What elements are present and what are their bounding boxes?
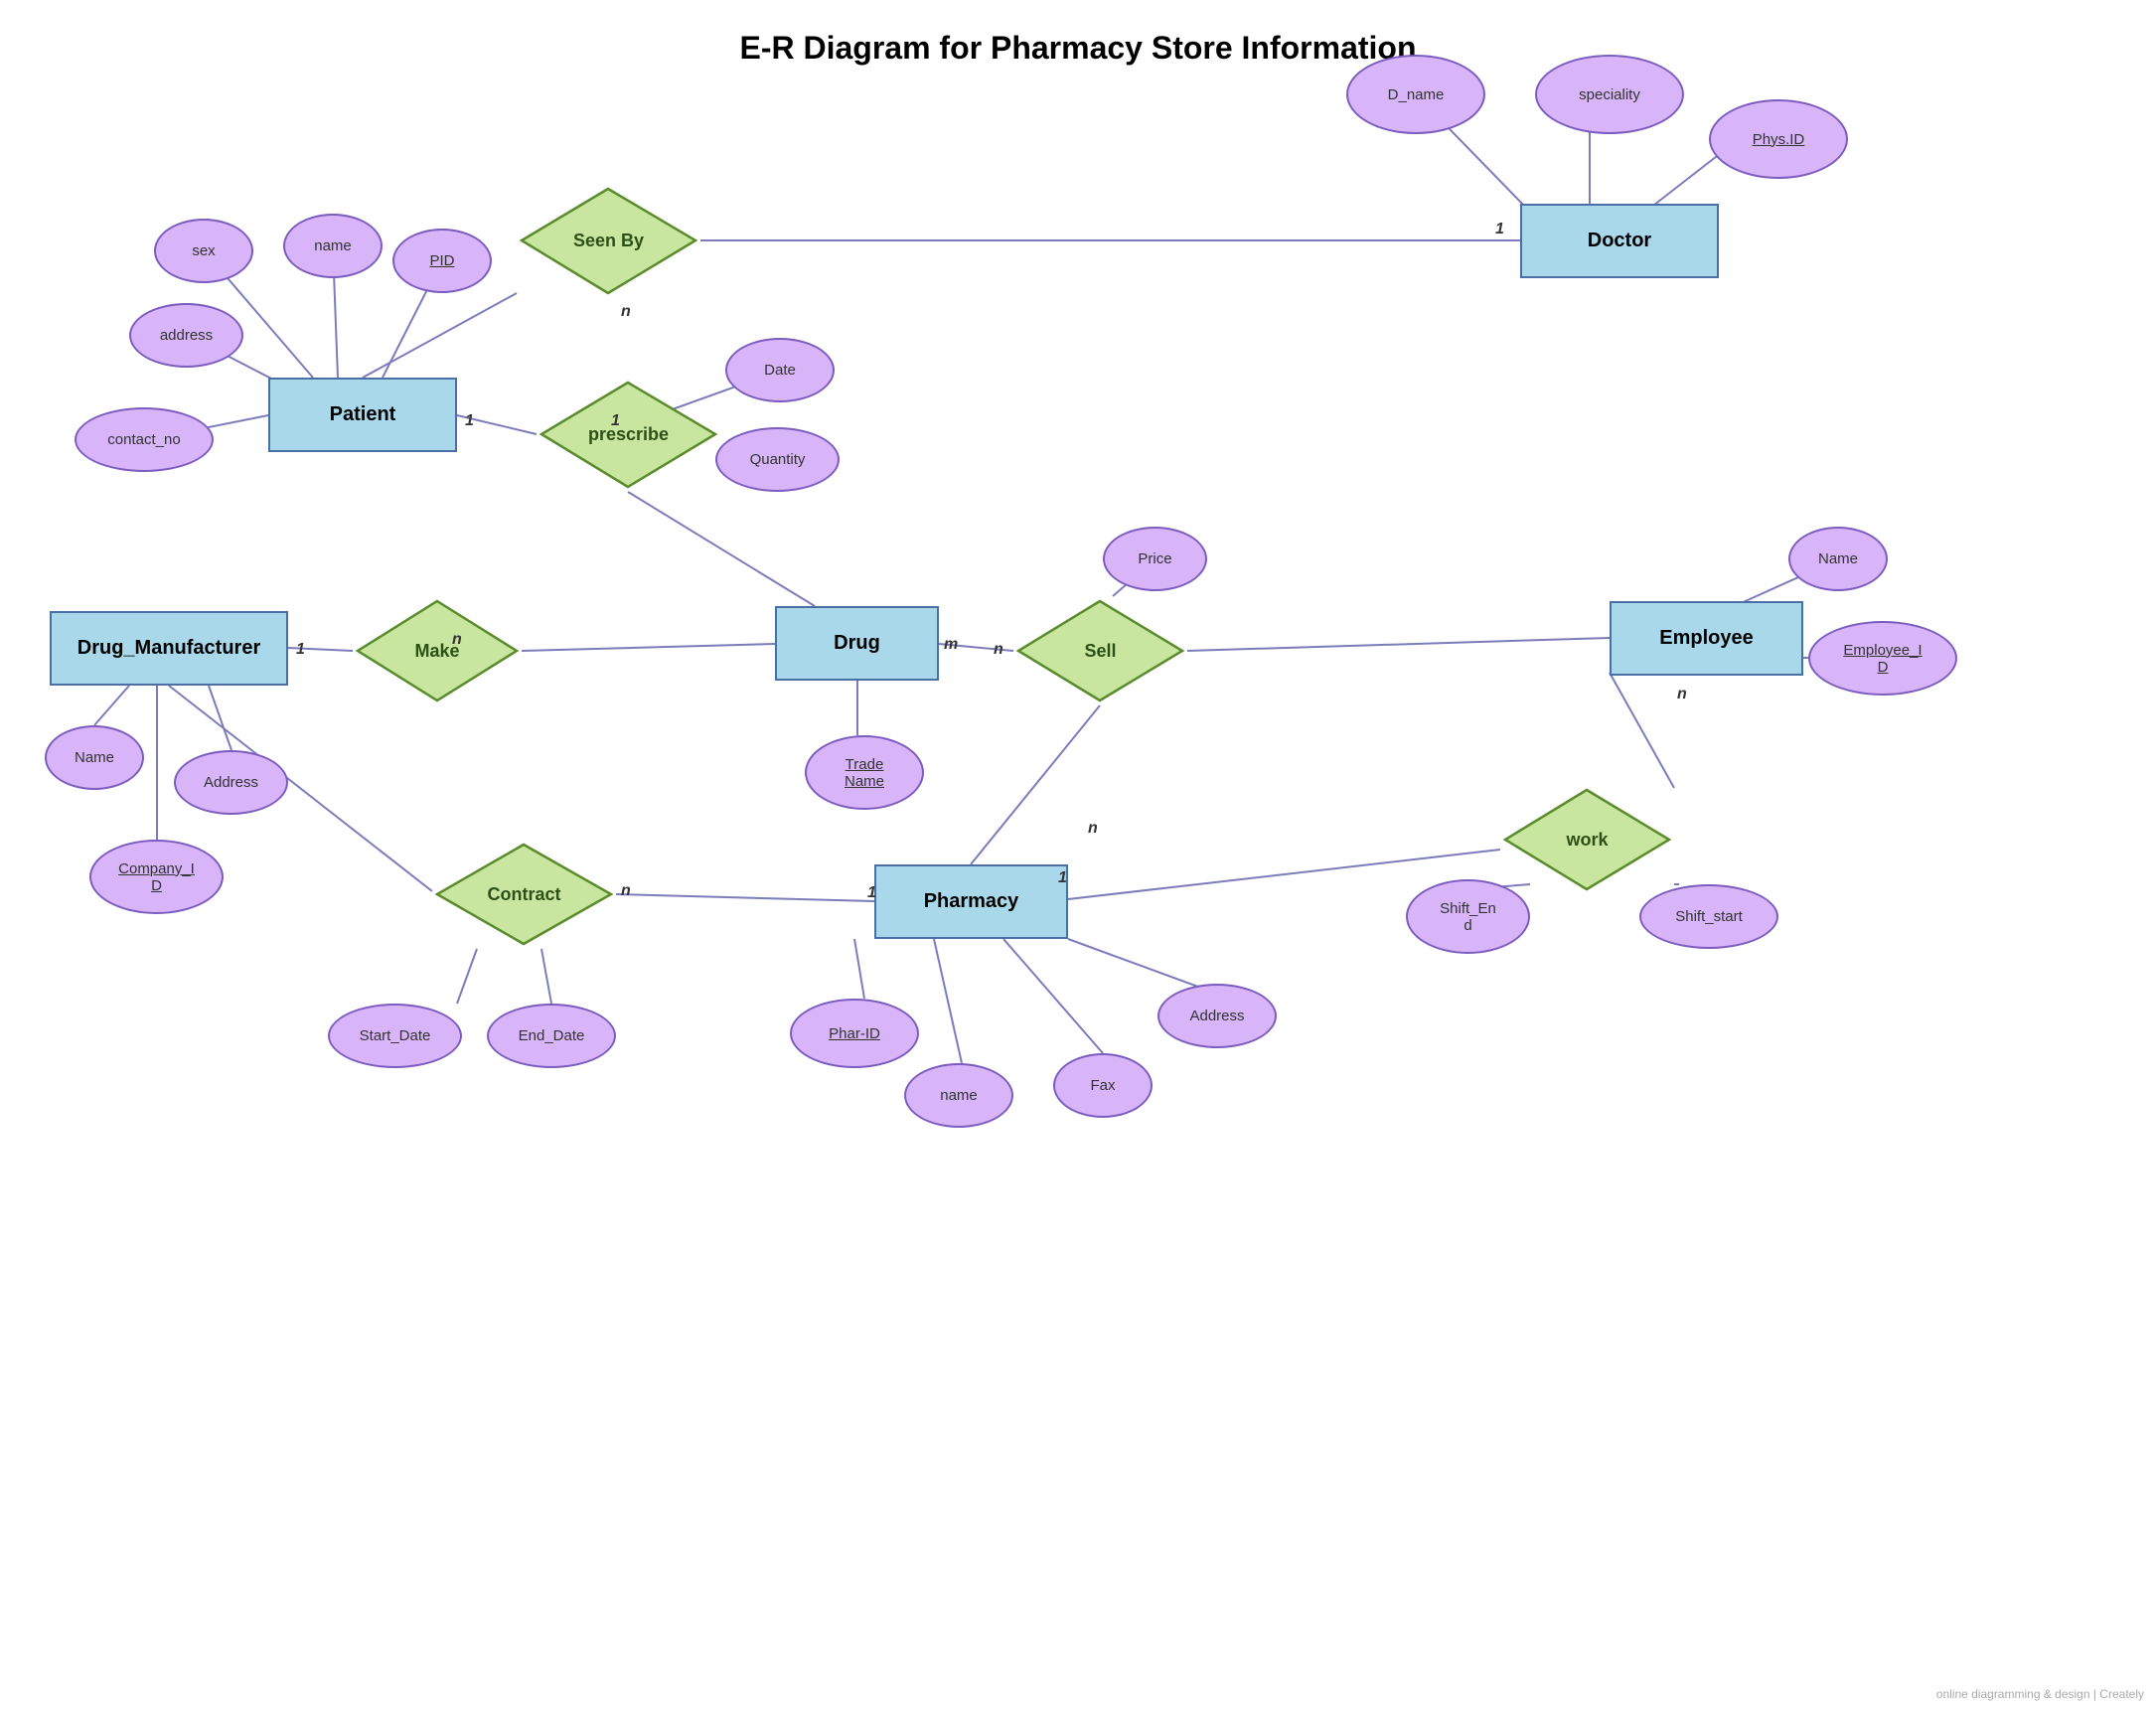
relationship-contract-label: Contract <box>487 884 560 905</box>
entity-patient: Patient <box>268 378 457 452</box>
attr-address-pharmacy: Address <box>1157 984 1277 1048</box>
attr-fax: Fax <box>1053 1053 1153 1118</box>
relationship-work: work <box>1500 785 1674 894</box>
attr-address-patient: address <box>129 303 243 368</box>
attr-quantity: Quantity <box>715 427 840 492</box>
attr-price: Price <box>1103 527 1207 591</box>
relationship-prescribe: prescribe <box>537 378 720 492</box>
relationship-contract: Contract <box>432 840 616 949</box>
attr-end-date: End_Date <box>487 1004 616 1068</box>
attr-shift-end: Shift_End <box>1406 879 1530 954</box>
relationship-make: Make <box>353 596 522 705</box>
relationship-seen-by: Seen By <box>517 184 700 298</box>
attr-name-pharmacy: name <box>904 1063 1013 1128</box>
attr-d-name: D_name <box>1346 55 1485 134</box>
attr-trade-name: TradeName <box>805 735 924 810</box>
relationship-seen-by-label: Seen By <box>573 231 644 251</box>
entity-doctor: Doctor <box>1520 204 1719 278</box>
cardinality-1: 1 <box>1495 221 1504 238</box>
relationship-make-label: Make <box>414 641 459 662</box>
relationship-prescribe-label: prescribe <box>588 424 669 445</box>
attr-company-id: Company_ID <box>89 840 224 914</box>
attr-sex: sex <box>154 219 253 283</box>
relationship-sell-label: Sell <box>1084 641 1116 662</box>
attr-name-patient: name <box>283 214 383 278</box>
entity-drug-manufacturer: Drug_Manufacturer <box>50 611 288 686</box>
relationship-work-label: work <box>1566 830 1608 851</box>
attr-phar-id: Phar-ID <box>790 999 919 1068</box>
cardinality-1-work: 1 <box>1058 869 1067 887</box>
attr-speciality: speciality <box>1535 55 1684 134</box>
attr-contact-no: contact_no <box>75 407 214 472</box>
cardinality-1-prescribe-left: 1 <box>465 412 474 430</box>
entity-drug: Drug <box>775 606 939 681</box>
attr-date: Date <box>725 338 835 402</box>
entity-employee-label: Employee <box>1659 627 1753 650</box>
entity-doctor-label: Doctor <box>1588 230 1651 252</box>
attr-phys-id: Phys.ID <box>1709 99 1848 179</box>
attr-shift-start: Shift_start <box>1639 884 1778 949</box>
relationship-sell: Sell <box>1013 596 1187 705</box>
watermark: online diagramming & design | Creately <box>1936 1687 2144 1701</box>
attr-name-employee: Name <box>1788 527 1888 591</box>
cardinality-m-sell: m <box>944 636 958 654</box>
entity-patient-label: Patient <box>330 403 396 426</box>
entity-pharmacy-label: Pharmacy <box>924 890 1019 913</box>
attr-address-mfr: Address <box>174 750 288 815</box>
cardinality-n-contract: n <box>621 882 631 900</box>
attr-employee-id: Employee_ID <box>1808 621 1957 696</box>
entity-pharmacy: Pharmacy <box>874 864 1068 939</box>
attr-pid: PID <box>392 229 492 293</box>
entity-drug-label: Drug <box>834 632 880 655</box>
cardinality-n-seenby: n <box>621 303 631 321</box>
cardinality-n-sell-ph: n <box>1088 820 1098 838</box>
diagram-title: E-R Diagram for Pharmacy Store Informati… <box>739 30 1416 67</box>
cardinality-n-sell: n <box>994 641 1003 659</box>
diagram-container: E-R Diagram for Pharmacy Store Informati… <box>0 0 2156 1709</box>
entity-employee: Employee <box>1610 601 1803 676</box>
cardinality-1-make: 1 <box>296 641 305 659</box>
entity-drug-mfr-label: Drug_Manufacturer <box>77 637 260 660</box>
attr-name-mfr: Name <box>45 725 144 790</box>
cardinality-n-emp: n <box>1677 686 1687 703</box>
attr-start-date: Start_Date <box>328 1004 462 1068</box>
cardinality-1-contract: 1 <box>867 884 876 902</box>
